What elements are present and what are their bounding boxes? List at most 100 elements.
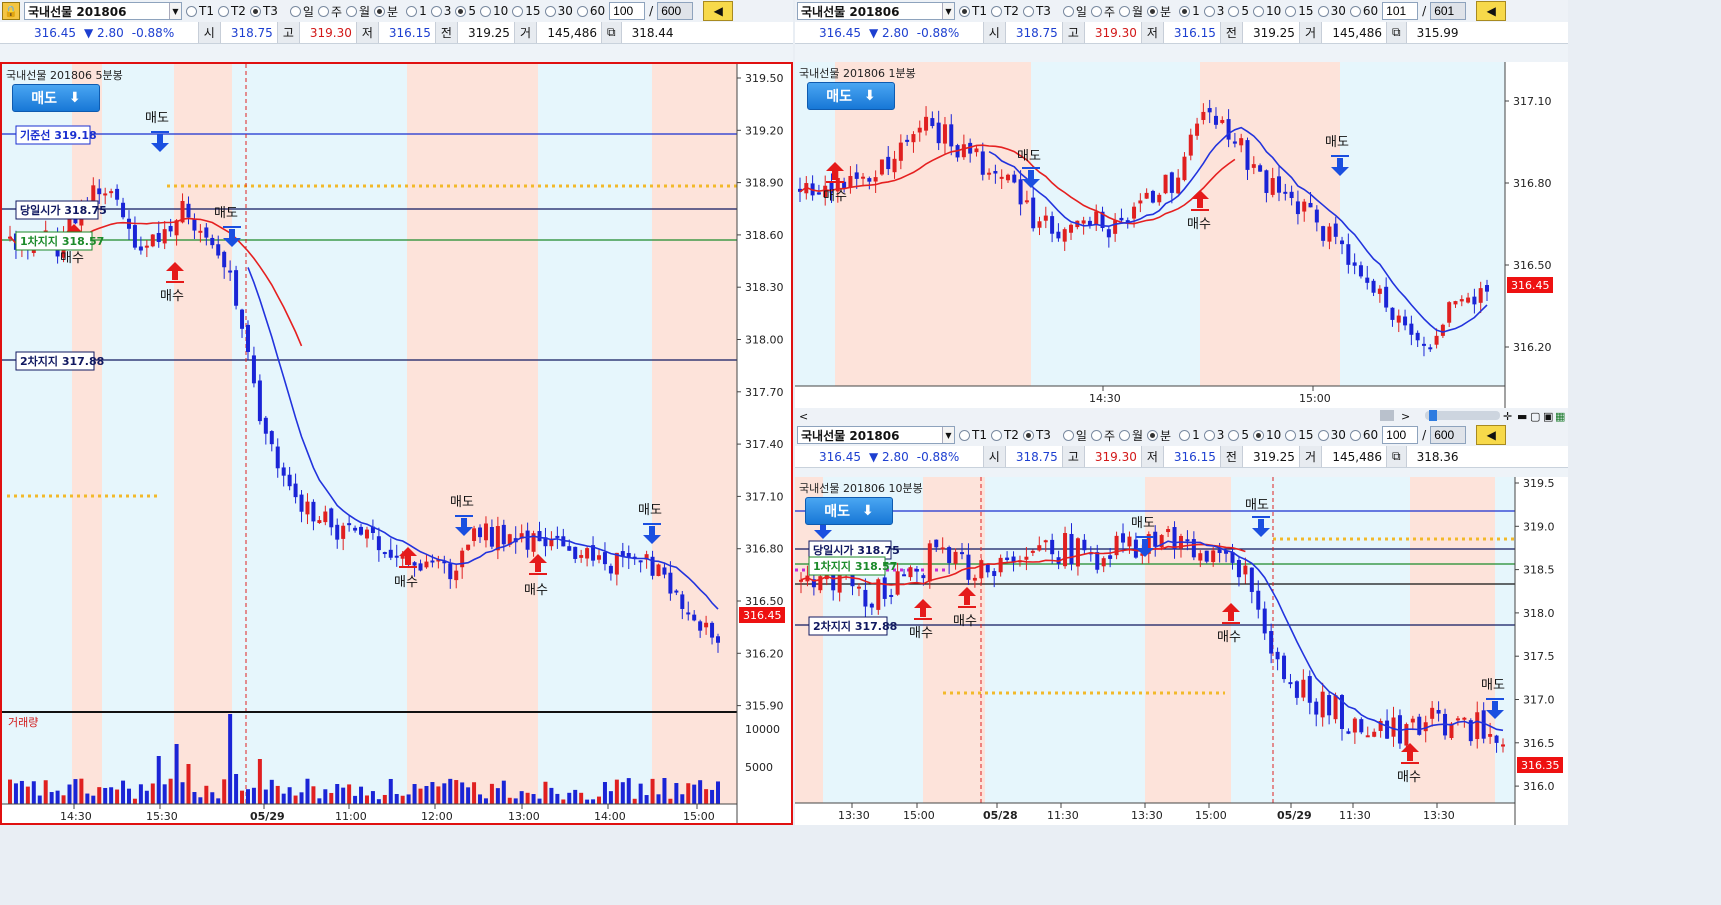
- candle-body: [1232, 141, 1237, 144]
- sell-button[interactable]: 매도 ⬇: [807, 82, 895, 110]
- period-radio-day[interactable]: 일: [289, 3, 314, 20]
- prev-arrow-button[interactable]: ◀: [703, 1, 734, 21]
- candle-body: [109, 191, 114, 194]
- interval-label: 10: [1266, 428, 1282, 442]
- candle-body: [882, 577, 887, 599]
- interval-radio-30[interactable]: 30: [544, 4, 573, 18]
- interval-radio-1[interactable]: 1: [1179, 428, 1200, 442]
- candle-body: [1106, 229, 1111, 238]
- tick-radio-t3[interactable]: T3: [249, 4, 278, 18]
- chevron-down-icon[interactable]: ▼: [942, 3, 954, 19]
- zoom-out-icon[interactable]: ▬: [1517, 410, 1527, 423]
- interval-radio-30[interactable]: 30: [1317, 4, 1346, 18]
- interval-radio-5[interactable]: 5: [1228, 4, 1249, 18]
- candle-body: [430, 560, 435, 563]
- volume-bar: [710, 789, 715, 804]
- candlestick-chart-10min[interactable]: 국내선물 201806 10분봉 매도⬇ 매도매수매수매도매수매도매도매수당일시…: [795, 477, 1568, 825]
- interval-radio-15[interactable]: 15: [512, 4, 541, 18]
- x-tick-label: 15:00: [903, 809, 935, 822]
- interval-radio-10[interactable]: 10: [480, 4, 508, 18]
- interval-radio-10[interactable]: 10: [1253, 428, 1281, 442]
- sell-button[interactable]: 매도 ⬇: [805, 497, 893, 525]
- candle-body: [341, 525, 346, 539]
- product-select[interactable]: 국내선물 201806 ▼: [797, 2, 955, 20]
- zoom-slider-handle[interactable]: [1429, 410, 1437, 421]
- interval-radio-5[interactable]: 5: [455, 4, 476, 18]
- count-input[interactable]: [609, 2, 646, 20]
- save-icon[interactable]: ▣: [1543, 410, 1553, 423]
- chevron-down-icon[interactable]: ▼: [169, 3, 181, 19]
- product-select[interactable]: 국내선물 201806 ▼: [797, 426, 955, 444]
- tick-radio-t2[interactable]: T2: [990, 428, 1019, 442]
- interval-radio-60[interactable]: 60: [1349, 428, 1378, 442]
- candle-body: [1188, 134, 1193, 156]
- period-label: 월: [359, 4, 371, 19]
- candle-body: [1385, 720, 1390, 739]
- total-input[interactable]: [1430, 2, 1467, 20]
- tick-radio-t1[interactable]: T1: [959, 428, 987, 442]
- interval-radio-10[interactable]: 10: [1253, 4, 1281, 18]
- interval-radio-30[interactable]: 30: [1317, 428, 1346, 442]
- interval-radio-1[interactable]: 1: [1179, 4, 1200, 18]
- interval-label: 10: [1266, 4, 1282, 18]
- volume-bar: [567, 792, 572, 804]
- arrow-shaft: [1028, 170, 1034, 180]
- zoom-slider[interactable]: [1425, 410, 1500, 421]
- chart-icon[interactable]: ⧉: [1386, 446, 1407, 467]
- tick-radio-t2[interactable]: T2: [990, 4, 1019, 18]
- candle-body: [974, 148, 979, 153]
- sell-button[interactable]: 매도 ⬇: [12, 84, 100, 112]
- candle-body: [168, 225, 173, 232]
- candle-body: [999, 176, 1004, 179]
- total-input[interactable]: [1430, 426, 1467, 444]
- scroll-right-button[interactable]: >: [1401, 410, 1410, 423]
- tick-radio-t3[interactable]: T3: [1022, 428, 1051, 442]
- period-radio-month[interactable]: 월: [1119, 427, 1143, 444]
- candle-body: [478, 527, 483, 538]
- tick-radio-t2[interactable]: T2: [217, 4, 246, 18]
- product-select[interactable]: 국내선물 201806 ▼: [24, 2, 182, 20]
- period-radio-minute[interactable]: 분: [1147, 3, 1171, 20]
- period-radio-month[interactable]: 월: [1119, 3, 1143, 20]
- excel-icon[interactable]: ▦: [1555, 410, 1565, 423]
- lock-icon[interactable]: 🔒: [2, 2, 20, 20]
- period-radio-week[interactable]: 주: [317, 3, 342, 20]
- interval-radio-3[interactable]: 3: [1203, 4, 1224, 18]
- candlestick-chart-1min[interactable]: 국내선물 201806 1분봉 매도 ⬇ 매수 매도 매수 매도 317.10 316.80…: [795, 62, 1568, 408]
- prev-arrow-button[interactable]: ◀: [1476, 1, 1507, 21]
- tick-radio-t1[interactable]: T1: [959, 4, 987, 18]
- total-input[interactable]: [657, 2, 694, 20]
- candle-body: [1340, 240, 1345, 245]
- period-radio-day[interactable]: 일: [1062, 427, 1087, 444]
- interval-radio-60[interactable]: 60: [576, 4, 605, 18]
- interval-radio-15[interactable]: 15: [1285, 4, 1314, 18]
- interval-radio-3[interactable]: 3: [1203, 428, 1224, 442]
- scroll-thumb[interactable]: [1380, 410, 1394, 421]
- interval-radio-60[interactable]: 60: [1349, 4, 1378, 18]
- candlestick-chart-5min[interactable]: 국내선물 201806 5분봉 매도 ⬇ 매도 매수 매수 매도 매수 매도 매수 매도 기준선 …: [0, 62, 793, 825]
- period-radio-minute[interactable]: 분: [1147, 427, 1171, 444]
- chart-icon[interactable]: ⧉: [1386, 22, 1407, 43]
- period-radio-day[interactable]: 일: [1062, 3, 1087, 20]
- chart-icon[interactable]: ⧉: [601, 22, 622, 43]
- tick-radio-t1[interactable]: T1: [186, 4, 214, 18]
- interval-radio-1[interactable]: 1: [406, 4, 427, 18]
- interval-radio-15[interactable]: 15: [1285, 428, 1314, 442]
- interval-radio-5[interactable]: 5: [1228, 428, 1249, 442]
- interval-radio-3[interactable]: 3: [430, 4, 451, 18]
- period-radio-week[interactable]: 주: [1090, 3, 1115, 20]
- volume-bar: [61, 795, 66, 804]
- scroll-left-button[interactable]: <: [795, 410, 808, 423]
- tick-radio-t3[interactable]: T3: [1022, 4, 1051, 18]
- period-radio-month[interactable]: 월: [346, 3, 370, 20]
- count-input[interactable]: [1382, 426, 1419, 444]
- chevron-down-icon[interactable]: ▼: [942, 427, 954, 443]
- prev-arrow-button[interactable]: ◀: [1476, 425, 1507, 445]
- restore-icon[interactable]: ▢: [1530, 410, 1540, 423]
- zoom-in-icon[interactable]: ✛: [1503, 410, 1512, 423]
- y-tick-label: 317.10: [745, 490, 784, 503]
- period-radio-minute[interactable]: 분: [374, 3, 398, 20]
- count-input[interactable]: [1382, 2, 1419, 20]
- period-radio-week[interactable]: 주: [1090, 427, 1115, 444]
- candle-body: [1258, 165, 1263, 172]
